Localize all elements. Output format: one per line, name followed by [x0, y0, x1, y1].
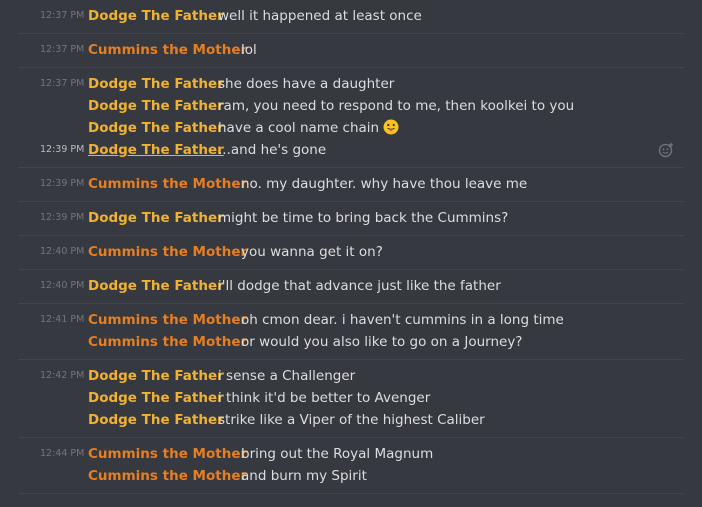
message-text: lol — [241, 42, 257, 58]
message-text: you wanna get it on? — [241, 244, 383, 260]
author-name[interactable]: Cummins the Mother — [88, 443, 247, 465]
author-name[interactable]: Cummins the Mother — [88, 309, 247, 331]
message-group: 12:42 PM Dodge The Father i sense a Challe… — [18, 360, 684, 438]
message-group: 12:40 PM Cummins the Mother you wanna get … — [18, 236, 684, 270]
message-content: i sense a Challenger — [218, 365, 355, 387]
timestamp: 12:39 PM — [40, 144, 85, 155]
message-text: ram, you need to respond to me, then koo… — [218, 98, 575, 114]
message-text: might be time to bring back the Cummins? — [218, 210, 509, 226]
message-content: ram, you need to respond to me, then koo… — [218, 95, 574, 117]
message[interactable]: Cummins the Mother or would you also like… — [18, 331, 684, 353]
author-name[interactable]: Cummins the Mother — [88, 39, 247, 61]
message-content: i think it'd be better to Avenger — [218, 387, 430, 409]
author-name[interactable]: Dodge The Father — [88, 387, 224, 409]
timestamp: 12:40 PM — [40, 280, 85, 291]
timestamp: 12:39 PM — [40, 212, 85, 223]
message-content: you wanna get it on? — [241, 241, 383, 263]
timestamp: 12:37 PM — [40, 78, 85, 89]
message-text: i'll dodge that advance just like the fa… — [218, 278, 501, 294]
message-text: well it happened at least once — [218, 8, 422, 24]
author-name[interactable]: Dodge The Father — [88, 275, 224, 297]
message-content: might be time to bring back the Cummins? — [218, 207, 508, 229]
message[interactable]: 12:37 PM Dodge The Father well it happened… — [18, 5, 684, 27]
message-text: i think it'd be better to Avenger — [218, 390, 431, 406]
timestamp: 12:37 PM — [40, 44, 85, 55]
message-text: or would you also like to go on a Journe… — [241, 334, 523, 350]
message[interactable]: Dodge The Father ram, you need to respond… — [18, 95, 684, 117]
tongue-face-emoji-icon — [383, 119, 399, 135]
timestamp: 12:39 PM — [40, 178, 85, 189]
message[interactable]: 12:39 PM Cummins the Mother no. my daughte… — [18, 173, 684, 195]
author-name[interactable]: Dodge The Father — [88, 117, 224, 139]
message-content: i'll dodge that advance just like the fa… — [218, 275, 501, 297]
message-content: ...and he's gone — [218, 139, 326, 161]
message[interactable]: 12:37 PM Dodge The Father she does have a … — [18, 73, 684, 95]
message-content: bring out the Royal Magnum — [241, 443, 433, 465]
author-name[interactable]: Cummins the Mother — [88, 173, 247, 195]
message-text: no. my daughter. why have thou leave me — [241, 176, 528, 192]
message-content: or would you also like to go on a Journe… — [241, 331, 522, 353]
author-name[interactable]: Cummins the Mother — [88, 241, 247, 263]
message-group: 12:37 PM Dodge The Father well it happened… — [18, 0, 684, 34]
message-text: she does have a daughter — [218, 76, 395, 92]
message-text: oh cmon dear. i haven't cummins in a lon… — [241, 312, 564, 328]
message-text: have a cool name chain — [218, 120, 380, 136]
message[interactable]: 12:44 PM Cummins the Mother bring out the … — [18, 443, 684, 465]
message-group: 12:41 PM Cummins the Mother oh cmon dear. … — [18, 304, 684, 360]
message[interactable]: 12:41 PM Cummins the Mother oh cmon dear. … — [18, 309, 684, 331]
author-name[interactable]: Cummins the Mother — [88, 465, 247, 487]
message-group: 12:37 PM Dodge The Father she does have a … — [18, 68, 684, 168]
message[interactable]: 12:39 PM Dodge The Father might be time to… — [18, 207, 684, 229]
message[interactable]: Dodge The Father i think it'd be better t… — [18, 387, 684, 409]
author-name[interactable]: Dodge The Father — [88, 5, 224, 27]
message-group: 12:44 PM Cummins the Mother bring out the … — [18, 438, 684, 494]
timestamp: 12:41 PM — [40, 314, 85, 325]
message-content: strike like a Viper of the highest Calib… — [218, 409, 485, 431]
message[interactable]: 12:40 PM Dodge The Father i'll dodge that … — [18, 275, 684, 297]
message-content: she does have a daughter — [218, 73, 394, 95]
message-content: oh cmon dear. i haven't cummins in a lon… — [241, 309, 564, 331]
message-group: 12:39 PM Cummins the Mother no. my daughte… — [18, 168, 684, 202]
message-content: lol — [241, 39, 257, 61]
message[interactable]: 12:42 PM Dodge The Father i sense a Challe… — [18, 365, 684, 387]
message-group: 12:40 PM Dodge The Father i'll dodge that … — [18, 270, 684, 304]
message[interactable]: Dodge The Father strike like a Viper of t… — [18, 409, 684, 431]
author-name[interactable]: Dodge The Father — [88, 207, 224, 229]
author-name[interactable]: Dodge The Father — [88, 95, 224, 117]
author-name[interactable]: Dodge The Father — [88, 365, 224, 387]
message-content: well it happened at least once — [218, 5, 422, 27]
message-text: bring out the Royal Magnum — [241, 446, 434, 462]
author-name[interactable]: Dodge The Father — [88, 409, 224, 431]
message[interactable]: 12:37 PM Cummins the Mother lol — [18, 39, 684, 61]
message-content: and burn my Spirit — [241, 465, 367, 487]
timestamp: 12:42 PM — [40, 370, 85, 381]
message[interactable]: 12:40 PM Cummins the Mother you wanna get … — [18, 241, 684, 263]
author-name[interactable]: Cummins the Mother — [88, 331, 247, 353]
chat-log: 12:37 PM Dodge The Father well it happened… — [0, 0, 702, 494]
message-text: and burn my Spirit — [241, 468, 367, 484]
message-text: ...and he's gone — [218, 142, 327, 158]
message[interactable]: 12:39 PM Dodge The Father ...and he's gone — [18, 139, 684, 161]
timestamp: 12:44 PM — [40, 448, 85, 459]
message-content: no. my daughter. why have thou leave me — [241, 173, 527, 195]
author-name[interactable]: Dodge The Father — [88, 73, 224, 95]
message-group: 12:37 PM Cummins the Mother lol — [18, 34, 684, 68]
message[interactable]: Cummins the Mother and burn my Spirit — [18, 465, 684, 487]
message-content: have a cool name chain — [218, 117, 399, 139]
message-text: i sense a Challenger — [218, 368, 356, 384]
timestamp: 12:40 PM — [40, 246, 85, 257]
timestamp: 12:37 PM — [40, 10, 85, 21]
message-group: 12:39 PM Dodge The Father might be time to… — [18, 202, 684, 236]
message-text: strike like a Viper of the highest Calib… — [218, 412, 485, 428]
add-reaction-icon[interactable] — [658, 142, 674, 158]
author-name[interactable]: Dodge The Father — [88, 139, 224, 161]
message[interactable]: Dodge The Father have a cool name chain — [18, 117, 684, 139]
